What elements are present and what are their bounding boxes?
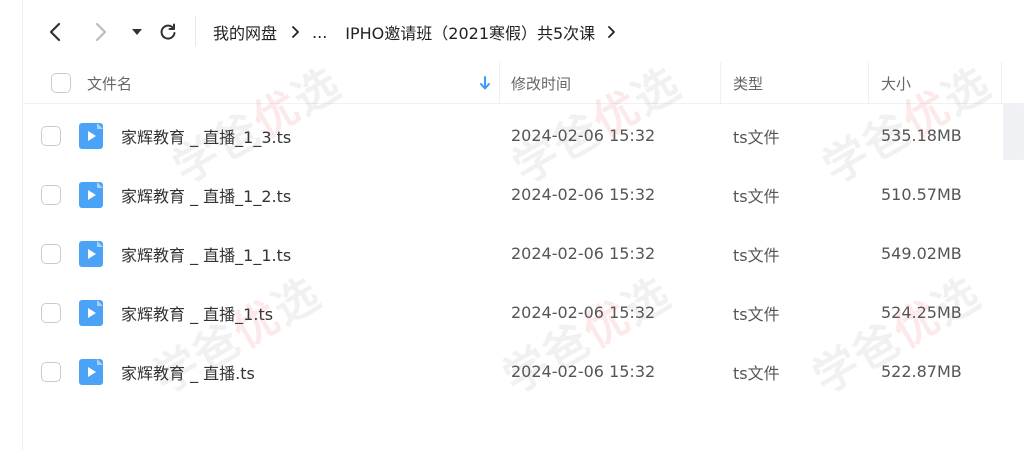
row-checkbox[interactable] [41,303,61,323]
column-header-type-label: 类型 [733,74,764,93]
column-header-type[interactable]: 类型 [733,62,763,104]
video-file-icon [79,300,103,326]
file-type: ts文件 [733,304,780,324]
arrow-down-icon[interactable] [479,75,491,91]
row-checkbox[interactable] [41,244,61,264]
video-file-icon [79,182,103,208]
file-type: ts文件 [733,245,780,265]
table-row[interactable]: 家辉教育 _ 直播.ts 2024-02-06 15:32 ts文件 522.8… [23,342,1024,401]
breadcrumb-ellipsis[interactable]: ... [312,23,327,42]
file-modified: 2024-02-06 15:32 [511,126,656,145]
row-checkbox[interactable] [41,126,61,146]
file-name[interactable]: 家辉教育 _ 直播_1_1.ts [121,224,291,283]
toolbar: 我的网盘 ... IPHO邀请班（2021寒假）共5次课 [23,0,1024,62]
row-checkbox[interactable] [41,185,61,205]
video-file-icon [79,359,103,385]
back-button[interactable] [41,18,69,46]
chevron-right-icon [291,25,300,39]
file-modified: 2024-02-06 15:32 [511,244,656,263]
file-size: 522.87MB [881,362,962,381]
file-modified: 2024-02-06 15:32 [511,185,656,204]
column-header-name-label: 文件名 [87,74,133,93]
chevron-left-icon [49,22,61,42]
column-divider[interactable] [720,62,721,104]
file-type: ts文件 [733,363,780,383]
file-manager-window: 我的网盘 ... IPHO邀请班（2021寒假）共5次课 文件名 修改时间 类型 [22,0,1024,450]
file-size: 524.25MB [881,303,962,322]
column-divider[interactable] [499,62,500,104]
toolbar-divider [195,16,196,46]
file-size: 535.18MB [881,126,962,145]
chevron-right-icon [95,22,107,42]
row-checkbox[interactable] [41,362,61,382]
breadcrumb: 我的网盘 ... IPHO邀请班（2021寒假）共5次课 [213,19,628,45]
refresh-button[interactable] [154,18,182,46]
forward-button[interactable] [87,18,115,46]
breadcrumb-root[interactable]: 我的网盘 [213,20,277,44]
column-divider[interactable] [868,62,869,104]
breadcrumb-current[interactable]: IPHO邀请班（2021寒假）共5次课 [345,20,595,44]
file-name[interactable]: 家辉教育 _ 直播.ts [121,342,255,401]
select-all-checkbox[interactable] [51,73,71,93]
file-name[interactable]: 家辉教育 _ 直播_1_2.ts [121,165,291,224]
file-name[interactable]: 家辉教育 _ 直播_1.ts [121,283,273,342]
chevron-right-icon[interactable] [607,25,616,39]
table-row[interactable]: 家辉教育 _ 直播_1.ts 2024-02-06 15:32 ts文件 524… [23,283,1024,342]
table-row[interactable]: 家辉教育 _ 直播_1_2.ts 2024-02-06 15:32 ts文件 5… [23,165,1024,224]
file-size: 510.57MB [881,185,962,204]
table-header: 文件名 修改时间 类型 大小 [23,62,1024,104]
vertical-scrollbar[interactable] [1003,104,1024,160]
file-size: 549.02MB [881,244,962,263]
video-file-icon [79,241,103,267]
file-name[interactable]: 家辉教育 _ 直播_1_3.ts [121,106,291,165]
column-header-size-label: 大小 [881,74,912,93]
column-header-name[interactable]: 文件名 [87,62,132,104]
table-row[interactable]: 家辉教育 _ 直播_1_1.ts 2024-02-06 15:32 ts文件 5… [23,224,1024,283]
file-modified: 2024-02-06 15:32 [511,303,656,322]
table-row[interactable]: 家辉教育 _ 直播_1_3.ts 2024-02-06 15:32 ts文件 5… [23,106,1024,165]
column-header-modified[interactable]: 修改时间 [511,62,571,104]
column-header-size[interactable]: 大小 [881,62,911,104]
file-modified: 2024-02-06 15:32 [511,362,656,381]
refresh-icon [160,23,176,40]
column-header-modified-label: 修改时间 [511,74,572,93]
video-file-icon [79,123,103,149]
column-divider[interactable] [1001,62,1002,104]
history-dropdown-button[interactable] [123,18,151,46]
file-type: ts文件 [733,127,780,147]
file-type: ts文件 [733,186,780,206]
caret-down-icon [132,29,142,35]
